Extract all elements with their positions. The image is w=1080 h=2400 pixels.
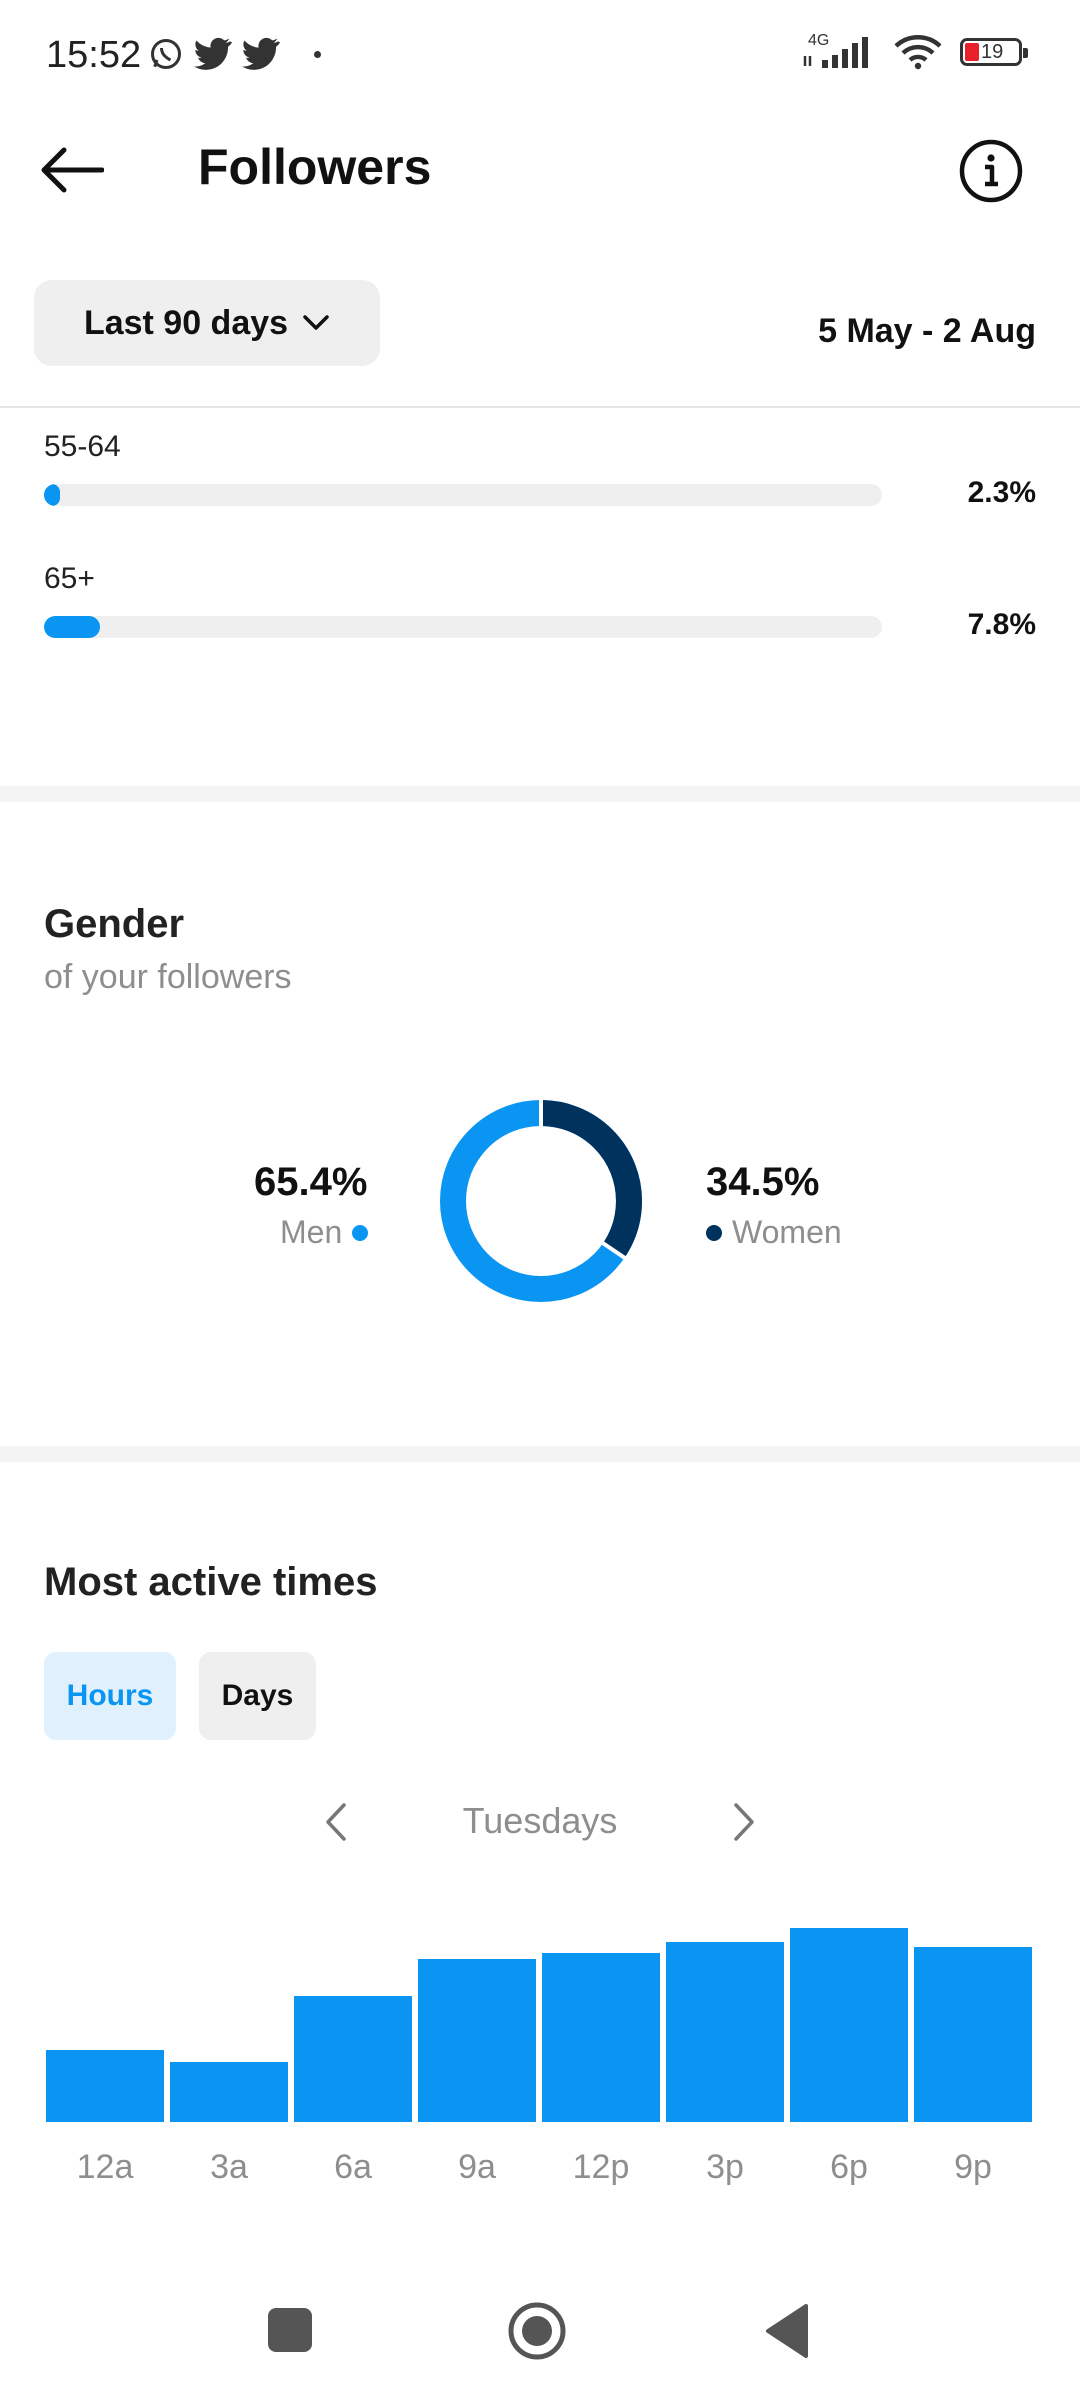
date-range-text: 5 May - 2 Aug: [818, 312, 1036, 350]
chart-tick-label: 6p: [830, 2148, 868, 2186]
chevron-left-icon: [326, 1803, 346, 1841]
home-circle-icon[interactable]: [506, 2300, 568, 2362]
chart-tick-label: 12p: [572, 2148, 630, 2186]
previous-day-button[interactable]: [306, 1792, 366, 1852]
chart-bar: [170, 2061, 288, 2122]
tab-hours[interactable]: Hours: [44, 1652, 176, 1740]
men-percent: 65.4%: [254, 1160, 368, 1204]
arrow-left-icon: [41, 147, 104, 193]
info-button[interactable]: [958, 138, 1024, 204]
back-triangle-icon[interactable]: [760, 2300, 812, 2362]
chart-bar: [418, 1959, 536, 2122]
men-legend-dot: [352, 1224, 369, 1241]
status-system-icons: 4G 19: [802, 32, 1028, 70]
gender-donut-chart: [440, 1098, 642, 1302]
date-range-dropdown[interactable]: Last 90 days: [34, 280, 380, 366]
age-group-bar-fill: [44, 484, 61, 506]
women-legend-label: Women: [732, 1214, 842, 1250]
chart-tick-label: 3a: [210, 2148, 248, 2186]
header-divider: [0, 406, 1080, 408]
chart-bar: [914, 1947, 1032, 2122]
section-separator: [0, 786, 1080, 802]
women-percent: 34.5%: [706, 1160, 820, 1204]
age-group-label: 65+: [44, 562, 95, 595]
chevron-down-icon: [303, 315, 329, 330]
age-group-bar: [44, 616, 882, 638]
age-group-percent: 2.3%: [967, 476, 1036, 509]
battery-icon: 19: [960, 38, 1028, 66]
next-day-button[interactable]: [714, 1792, 774, 1852]
tab-days[interactable]: Days: [199, 1652, 316, 1740]
age-group-bar-fill: [44, 616, 100, 638]
chart-bar: [294, 1995, 412, 2122]
age-group-percent: 7.8%: [967, 608, 1036, 641]
battery-level: 19: [981, 41, 1004, 63]
chart-tick-label: 12a: [76, 2148, 134, 2186]
date-range-dropdown-label: Last 90 days: [83, 303, 289, 342]
wifi-icon: [894, 35, 942, 70]
chart-bar: [46, 2050, 164, 2122]
chart-tick-label: 9a: [458, 2148, 496, 2186]
gender-subtitle: of your followers: [44, 958, 292, 996]
women-legend: Women: [706, 1214, 842, 1251]
twitter-icon: [242, 37, 280, 70]
chart-tick-label: 3p: [706, 2148, 744, 2186]
info-icon: [959, 139, 1023, 203]
recents-square-icon[interactable]: [268, 2308, 312, 2352]
men-legend: Men: [280, 1214, 369, 1251]
chart-tick-label: 6a: [334, 2148, 372, 2186]
chart-tick-label: 9p: [954, 2148, 992, 2186]
signal-icon: 4G: [802, 32, 876, 70]
chart-bar: [790, 1928, 908, 2122]
gender-title: Gender: [44, 902, 185, 946]
chart-bar: [542, 1953, 660, 2122]
most-active-title: Most active times: [44, 1560, 378, 1604]
chevron-right-icon: [734, 1803, 754, 1841]
day-label: Tuesdays: [462, 1800, 618, 1841]
age-group-bar: [44, 484, 882, 506]
chart-bar: [666, 1941, 784, 2122]
women-legend-dot: [706, 1224, 722, 1241]
status-notification-icons: [148, 36, 321, 72]
section-separator: [0, 1446, 1080, 1462]
back-button[interactable]: [38, 138, 118, 202]
age-group-label: 55-64: [44, 430, 121, 463]
twitter-icon: [194, 37, 232, 70]
page-title: Followers: [198, 139, 432, 195]
men-legend-label: Men: [280, 1214, 343, 1250]
whatsapp-icon: [151, 39, 181, 69]
dot-icon: [314, 50, 321, 58]
status-time: 15:52: [46, 34, 142, 76]
